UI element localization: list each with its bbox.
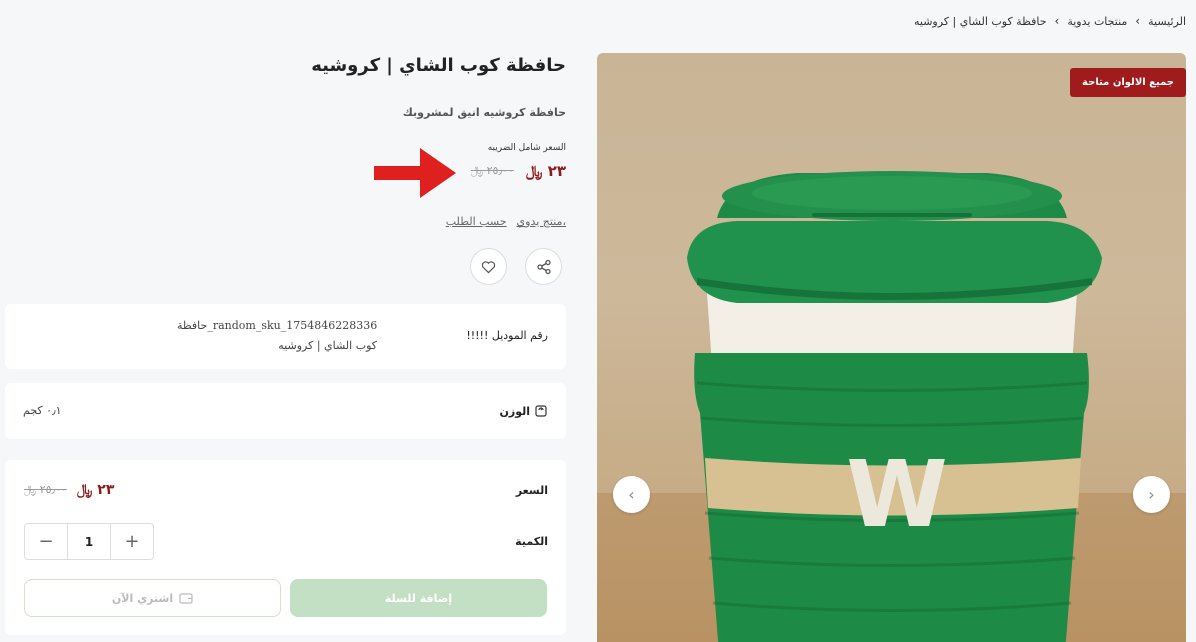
tag-handmade[interactable]: منتج يدوي، <box>517 215 566 228</box>
gallery-prev-button[interactable]: ‹ <box>613 476 650 513</box>
breadcrumb-home[interactable]: الرئيسية <box>1148 15 1186 28</box>
breadcrumb-separator-icon: ‹ <box>1135 14 1141 28</box>
product-title: حافظة كوب الشاي | كروشيه <box>311 55 566 76</box>
product-tags: منتج يدوي، حسب الطلب <box>446 215 566 228</box>
buy-now-label: اشتري الآن <box>111 591 174 605</box>
purchase-price: ٢٣ ﷼ ٢٥٫٠٠ ﷼ <box>24 482 114 498</box>
model-value: حافظة_random_sku_1754846228336 كوب الشاي… <box>177 316 377 356</box>
purchase-card: السعر ٢٣ ﷼ ٢٥٫٠٠ ﷼ الكمية − 1 + إضافة لل… <box>5 460 566 635</box>
wallet-icon <box>179 593 193 604</box>
share-button[interactable] <box>525 248 562 285</box>
chevron-left-icon: ‹ <box>628 485 635 504</box>
weight-label-group: الوزن <box>499 404 548 418</box>
breadcrumb-category[interactable]: منتجات يدوية <box>1067 15 1127 28</box>
purchase-price-old: ٢٥٫٠٠ ﷼ <box>24 483 67 496</box>
quantity-label: الكمية <box>515 535 548 548</box>
weight-label: الوزن <box>499 404 530 418</box>
gallery-next-button[interactable]: › <box>1133 476 1170 513</box>
model-label: !!!!! رقم الموديل <box>466 329 548 342</box>
product-image <box>597 171 1186 642</box>
favorite-button[interactable] <box>470 248 507 285</box>
product-image-gallery: W جميع الالوان متاحة ‹ › <box>597 53 1186 642</box>
add-to-cart-button[interactable]: إضافة للسلة <box>290 579 547 617</box>
price-current: ٢٣ ﷼ <box>525 162 566 180</box>
price-old: ٢٥٫٠٠ ﷼ <box>470 164 514 177</box>
purchase-price-current: ٢٣ ﷼ <box>76 482 115 498</box>
model-card: !!!!! رقم الموديل حافظة_random_sku_17548… <box>5 304 566 369</box>
product-subtitle: حافظة كروشيه انيق لمشروبك <box>402 106 566 119</box>
colors-available-badge: جميع الالوان متاحة <box>1070 68 1186 97</box>
cup-letter: W <box>846 441 948 548</box>
quantity-increase-button[interactable]: + <box>111 524 153 559</box>
red-arrow-icon <box>374 148 456 198</box>
weight-card: الوزن ٠٫١ كجم <box>5 383 566 439</box>
quantity-decrease-button[interactable]: − <box>25 524 67 559</box>
breadcrumb: الرئيسية ‹ منتجات يدوية ‹ حافظة كوب الشا… <box>914 14 1186 28</box>
chevron-right-icon: › <box>1148 485 1155 504</box>
share-icon <box>536 259 551 274</box>
quantity-value[interactable]: 1 <box>67 524 111 559</box>
price-tax-note: السعر شامل الضريبه <box>487 143 566 153</box>
heart-icon <box>481 260 496 273</box>
product-price: ٢٣ ﷼ ٢٥٫٠٠ ﷼ <box>471 162 566 180</box>
weight-value: ٠٫١ كجم <box>23 404 62 417</box>
quantity-stepper: − 1 + <box>24 523 154 560</box>
breadcrumb-current: حافظة كوب الشاي | كروشيه <box>913 14 1047 28</box>
tag-on-demand[interactable]: حسب الطلب <box>446 215 507 228</box>
model-sku: حافظة_random_sku_1754846228336 <box>177 319 378 332</box>
model-name: كوب الشاي | كروشيه <box>278 339 377 352</box>
scale-icon <box>535 405 547 417</box>
buy-now-button[interactable]: اشتري الآن <box>24 579 281 617</box>
purchase-price-label: السعر <box>515 484 548 497</box>
breadcrumb-separator-icon: ‹ <box>1054 14 1060 28</box>
